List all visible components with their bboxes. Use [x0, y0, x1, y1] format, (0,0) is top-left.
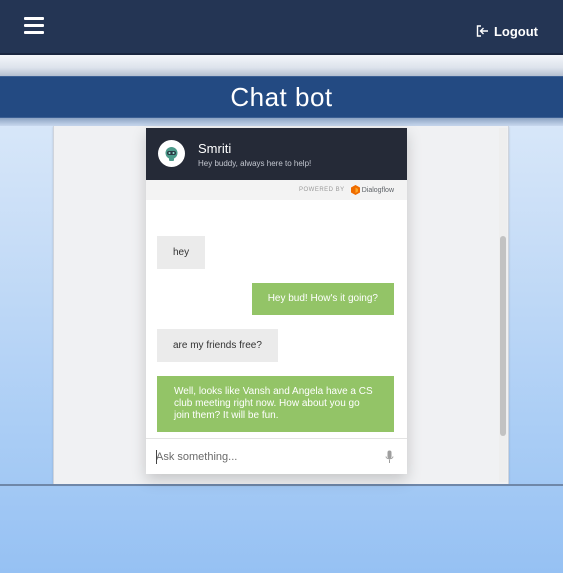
logout-button[interactable]: Logout — [476, 22, 538, 40]
bot-avatar — [158, 140, 185, 167]
chat-header: Smriti Hey buddy, always here to help! — [146, 128, 407, 180]
bot-message: Hey bud! How's it going? — [251, 283, 394, 315]
logout-label: Logout — [493, 23, 538, 39]
scrollbar-thumb[interactable] — [500, 236, 506, 436]
hamburger-menu-icon[interactable] — [24, 17, 44, 35]
dialogflow-logo: Dialogflow — [350, 185, 394, 195]
chat-input-row — [146, 438, 407, 474]
page-title-bar: Chat bot — [0, 76, 563, 118]
user-message: hey — [157, 236, 206, 269]
bot-name: Smriti — [198, 141, 232, 156]
header-band — [0, 55, 563, 76]
dialogflow-brand: Dialogflow — [361, 186, 394, 194]
powered-by-label: POWERED BY — [299, 187, 345, 193]
message-list: hey Hey bud! How's it going? are my frie… — [146, 200, 407, 436]
page-title: Chat bot — [230, 81, 333, 112]
chat-widget: Smriti Hey buddy, always here to help! P… — [146, 128, 407, 474]
ask-input[interactable] — [156, 449, 376, 465]
top-navbar: Logout — [0, 0, 563, 55]
microphone-icon[interactable] — [385, 450, 394, 464]
logout-arrow-icon — [476, 25, 488, 37]
text-cursor — [156, 450, 157, 464]
bot-tagline: Hey buddy, always here to help! — [198, 159, 312, 168]
bot-message: Well, looks like Vansh and Angela have a… — [157, 376, 394, 432]
dialogflow-icon — [350, 185, 360, 195]
user-message: are my friends free? — [157, 329, 278, 362]
powered-by-bar: POWERED BY Dialogflow — [146, 180, 407, 200]
content-bottom-divider — [0, 484, 563, 486]
title-underline-band — [0, 118, 563, 126]
bot-avatar-icon — [165, 147, 178, 161]
